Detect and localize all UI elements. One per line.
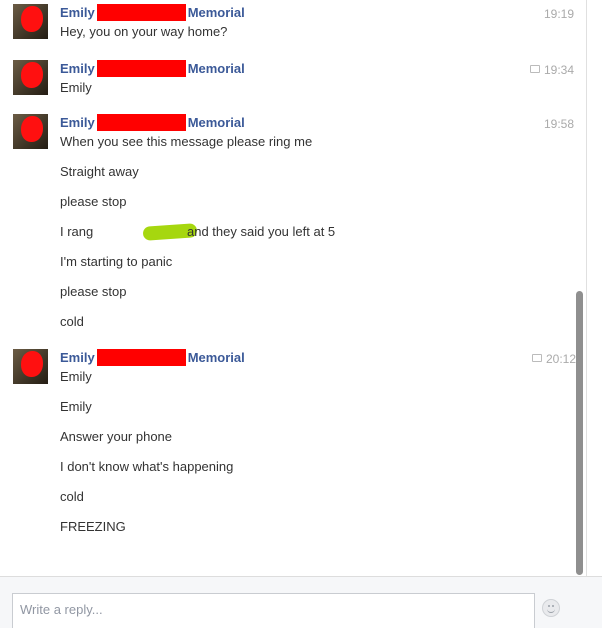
avatar[interactable] — [13, 60, 48, 95]
scrollbar[interactable] — [576, 291, 583, 575]
sender-name[interactable]: Emily Memorial — [60, 114, 245, 131]
redaction-mark — [21, 116, 43, 142]
timestamp-text: 19:34 — [543, 63, 574, 77]
sender-name[interactable]: Emily Memorial — [60, 60, 245, 77]
timestamp-text: 19:58 — [543, 117, 574, 131]
chat-bubble-icon — [529, 65, 540, 73]
timestamp: 20:12 — [531, 352, 576, 366]
timestamp: 19:58 — [544, 117, 574, 131]
timestamp-text: 20:12 — [545, 352, 576, 366]
message-text: Emily — [60, 369, 92, 384]
sender-last-name: Memorial — [187, 115, 245, 130]
emoji-icon[interactable] — [542, 599, 560, 617]
message-text: and they said you left at 5 — [187, 224, 336, 239]
message-text: please stop — [60, 194, 127, 209]
timestamp-text: 19:19 — [543, 7, 574, 21]
avatar[interactable] — [13, 349, 48, 384]
sender-last-name: Memorial — [187, 61, 245, 76]
sender-last-name: Memorial — [187, 5, 245, 20]
message-text: cold — [60, 489, 84, 504]
message-text: FREEZING — [60, 519, 126, 534]
reply-placeholder: Write a reply... — [20, 602, 103, 617]
message-text: Answer your phone — [60, 429, 173, 444]
message-text: please stop — [60, 284, 127, 299]
message-text: I don't know what's happening — [60, 459, 234, 474]
message-text: I'm starting to panic — [60, 254, 173, 269]
message-text: Straight away — [60, 164, 139, 179]
sender-first-name: Emily — [60, 61, 95, 76]
sender-first-name: Emily — [60, 115, 95, 130]
sender-first-name: Emily — [60, 350, 95, 365]
reply-composer: Write a reply... — [0, 577, 602, 628]
sender-name[interactable]: Emily Memorial — [60, 4, 245, 21]
message-thread: Emily Memorial 19:19 Hey, you on your way… — [0, 0, 587, 576]
timestamp: 19:19 — [544, 7, 574, 21]
message-text: Emily — [60, 80, 92, 95]
sender-first-name: Emily — [60, 5, 95, 20]
chat-bubble-icon — [531, 354, 542, 362]
message-text: I rang — [60, 224, 94, 239]
redaction-mark — [21, 62, 43, 88]
sender-last-name: Memorial — [187, 350, 245, 365]
redacted-name — [96, 114, 186, 131]
redaction-mark — [21, 351, 43, 377]
reply-input[interactable]: Write a reply... — [12, 593, 535, 628]
timestamp: 19:34 — [529, 63, 574, 77]
redacted-name — [96, 349, 186, 366]
redacted-name — [96, 4, 186, 21]
message-text: cold — [60, 314, 84, 329]
message-text: Emily — [60, 399, 92, 414]
message-text: Hey, you on your way home? — [60, 24, 228, 39]
message-text: When you see this message please ring me — [60, 134, 313, 149]
sender-name[interactable]: Emily Memorial — [60, 349, 245, 366]
redacted-name — [96, 60, 186, 77]
avatar[interactable] — [13, 4, 48, 39]
redaction-mark — [21, 6, 43, 32]
avatar[interactable] — [13, 114, 48, 149]
